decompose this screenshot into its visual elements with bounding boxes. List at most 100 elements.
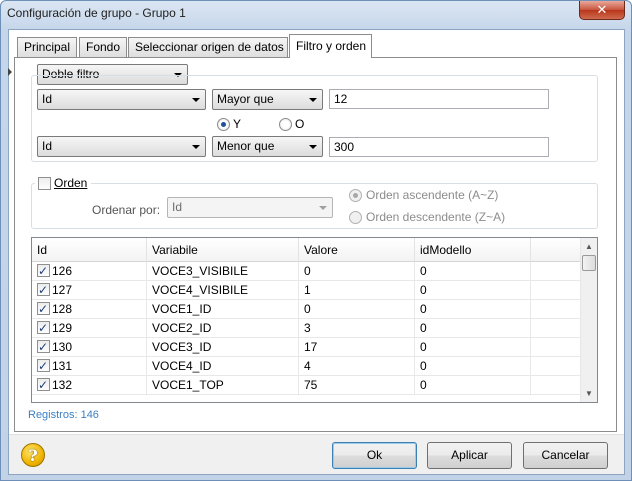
cell-text: 0 xyxy=(304,264,311,278)
sort-desc-radio[interactable] xyxy=(349,211,362,224)
cell-filler xyxy=(531,262,580,281)
table-row[interactable]: 127 VOCE4_VISIBILE 1 0 xyxy=(32,281,580,300)
cell-id: 126 xyxy=(32,262,147,281)
chevron-down-icon xyxy=(309,145,317,149)
table-row[interactable]: 128 VOCE1_ID 0 0 xyxy=(32,300,580,319)
cell-id: 130 xyxy=(32,338,147,357)
logic-and-radio[interactable] xyxy=(217,118,230,131)
tab-label: Fondo xyxy=(86,40,121,54)
sort-by-select[interactable]: Id xyxy=(167,197,333,218)
dialog-client: Principal Fondo Seleccionar origen de da… xyxy=(8,29,625,475)
table-row[interactable]: 126 VOCE3_VISIBILE 0 0 xyxy=(32,262,580,281)
filter2-field-value: Id xyxy=(42,139,53,153)
column-header-variabile[interactable]: Variabile xyxy=(147,238,299,262)
cell-text: VOCE3_ID xyxy=(152,340,212,354)
cell-filler xyxy=(531,357,580,376)
cell-variabile: VOCE4_VISIBILE xyxy=(147,281,299,300)
logic-or-label: O xyxy=(295,117,305,131)
cell-text: 0 xyxy=(420,264,427,278)
row-checkbox[interactable] xyxy=(37,262,50,280)
title-bar[interactable]: Configuración de grupo - Grupo 1 ✕ xyxy=(1,1,631,27)
cell-idmodello: 0 xyxy=(415,262,531,281)
column-header-idmodello[interactable]: idModello xyxy=(415,238,531,262)
column-header-valore[interactable]: Valore xyxy=(299,238,415,262)
row-checkbox[interactable] xyxy=(37,338,50,356)
row-checkbox[interactable] xyxy=(37,357,50,375)
cell-text: 127 xyxy=(52,283,73,297)
row-checkbox[interactable] xyxy=(37,319,50,337)
cell-text: 132 xyxy=(52,378,73,392)
cell-text: 126 xyxy=(52,264,73,278)
tab-principal[interactable]: Principal xyxy=(17,37,77,57)
sort-by-label: Ordenar por: xyxy=(92,203,161,217)
cell-valore: 0 xyxy=(299,262,415,281)
row-checkbox[interactable] xyxy=(37,300,50,318)
cell-text: 75 xyxy=(304,378,318,392)
apply-button[interactable]: Aplicar xyxy=(427,442,512,469)
tab-fondo[interactable]: Fondo xyxy=(79,37,127,57)
cell-variabile: VOCE1_TOP xyxy=(147,376,299,395)
scroll-down-icon[interactable]: ▼ xyxy=(581,385,597,402)
cell-filler xyxy=(531,300,580,319)
filter1-field-value: Id xyxy=(42,92,53,106)
cell-valore: 17 xyxy=(299,338,415,357)
sort-desc-label: Orden descendente (Z~A) xyxy=(366,210,506,224)
records-count: Registros: 146 xyxy=(28,409,99,421)
cell-text: 0 xyxy=(304,302,311,316)
cell-variabile: VOCE1_ID xyxy=(147,300,299,319)
cell-variabile: VOCE2_ID xyxy=(147,319,299,338)
table-row[interactable]: 130 VOCE3_ID 17 0 xyxy=(32,338,580,357)
row-checkbox[interactable] xyxy=(37,281,50,299)
cell-filler xyxy=(531,376,580,395)
filter2-operator-select[interactable]: Menor que xyxy=(212,136,323,157)
tab-label: Seleccionar origen de datos xyxy=(135,40,284,54)
cell-text: 4 xyxy=(304,359,311,373)
content-area: Principal Fondo Seleccionar origen de da… xyxy=(8,30,624,434)
logic-or-radio[interactable] xyxy=(279,118,292,131)
cell-variabile: VOCE3_VISIBILE xyxy=(147,262,299,281)
scroll-up-icon[interactable]: ▲ xyxy=(581,238,597,255)
filter1-value-input[interactable]: 12 xyxy=(329,89,549,109)
cell-text: VOCE4_VISIBILE xyxy=(152,283,249,297)
cell-valore: 75 xyxy=(299,376,415,395)
cell-idmodello: 0 xyxy=(415,300,531,319)
records-grid: Id Variabile Valore idModello 126 VOCE3_V… xyxy=(31,237,598,403)
filter2-value-input[interactable]: 300 xyxy=(329,137,549,157)
vertical-scrollbar[interactable]: ▲ ▼ xyxy=(580,238,597,402)
close-button[interactable]: ✕ xyxy=(579,1,625,20)
cell-id: 128 xyxy=(32,300,147,319)
column-header-id[interactable]: Id xyxy=(32,238,147,262)
chevron-down-icon xyxy=(192,145,200,149)
order-label: Orden xyxy=(54,176,88,190)
chevron-down-icon xyxy=(309,98,317,102)
cell-idmodello: 0 xyxy=(415,338,531,357)
filter1-field-select[interactable]: Id xyxy=(37,89,206,110)
cancel-button[interactable]: Cancelar xyxy=(523,442,608,469)
scroll-thumb[interactable] xyxy=(582,255,596,271)
help-icon[interactable]: ? xyxy=(21,443,45,467)
filter2-field-select[interactable]: Id xyxy=(37,136,206,157)
table-row[interactable]: 131 VOCE4_ID 4 0 xyxy=(32,357,580,376)
sort-asc-radio[interactable] xyxy=(349,189,362,202)
cell-filler xyxy=(531,338,580,357)
cell-text: 1 xyxy=(304,283,311,297)
tab-filtro-orden[interactable]: Filtro y orden xyxy=(289,34,372,58)
cell-valore: 4 xyxy=(299,357,415,376)
column-header-filler xyxy=(531,238,580,262)
cell-text: 0 xyxy=(420,340,427,354)
cell-text: 131 xyxy=(52,359,73,373)
cell-text: 0 xyxy=(420,359,427,373)
table-row[interactable]: 129 VOCE2_ID 3 0 xyxy=(32,319,580,338)
cell-idmodello: 0 xyxy=(415,357,531,376)
tab-seleccionar-origen[interactable]: Seleccionar origen de datos xyxy=(128,37,288,57)
ok-button[interactable]: Ok xyxy=(332,442,417,469)
grid-header: Id Variabile Valore idModello xyxy=(32,238,580,262)
filter1-operator-select[interactable]: Mayor que xyxy=(212,89,323,110)
row-checkbox[interactable] xyxy=(37,376,50,394)
close-icon: ✕ xyxy=(596,2,608,17)
table-row[interactable]: 132 VOCE1_TOP 75 0 xyxy=(32,376,580,395)
dialog-window: Configuración de grupo - Grupo 1 ✕ Princ… xyxy=(0,0,632,481)
tab-label: Filtro y orden xyxy=(296,39,367,53)
sort-by-value: Id xyxy=(172,200,183,214)
order-checkbox[interactable] xyxy=(38,177,51,190)
